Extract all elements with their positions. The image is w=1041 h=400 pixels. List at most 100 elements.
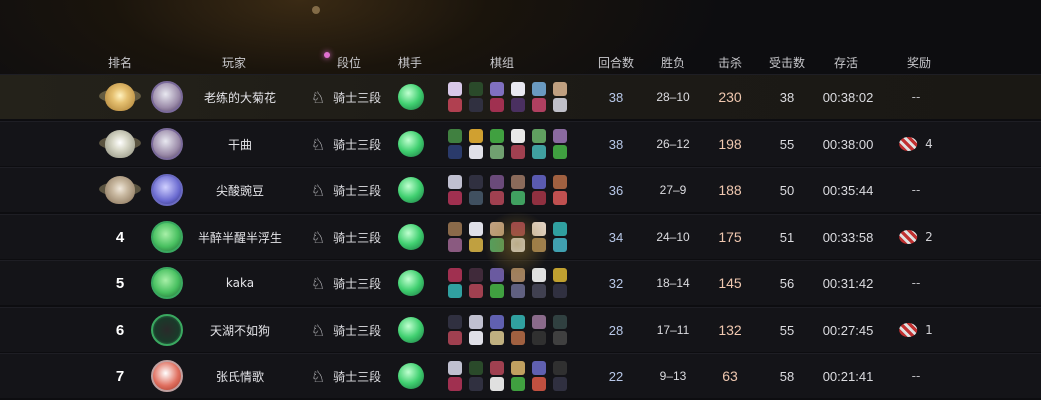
comp-unit-icon[interactable]	[511, 315, 525, 329]
comp-unit-icon[interactable]	[532, 145, 546, 159]
comp-unit-icon[interactable]	[469, 377, 483, 391]
comp-unit-icon[interactable]	[469, 175, 483, 189]
comp-unit-icon[interactable]	[448, 191, 462, 205]
little-legend-icon[interactable]	[398, 224, 424, 250]
comp-unit-icon[interactable]	[532, 98, 546, 112]
player-name-cell[interactable]: 干曲	[228, 122, 252, 166]
avatar[interactable]	[151, 267, 183, 299]
table-row[interactable]: 尖酸豌豆 ♘ 骑士三段 36 27–9 188 50 00:35:44 --	[0, 167, 1041, 212]
table-row[interactable]: 7 张氏情歌 ♘ 骑士三段 22 9–13 63 58 00:21:41 --	[0, 353, 1041, 398]
little-legend-icon[interactable]	[398, 270, 424, 296]
comp-unit-icon[interactable]	[511, 191, 525, 205]
legend-cell[interactable]	[398, 354, 424, 398]
player-name-cell[interactable]: kaka	[226, 261, 254, 305]
avatar[interactable]	[151, 221, 183, 253]
comp-unit-icon[interactable]	[469, 284, 483, 298]
avatar[interactable]	[151, 81, 183, 113]
comp-unit-icon[interactable]	[532, 331, 546, 345]
comp-unit-icon[interactable]	[532, 222, 546, 236]
comp-unit-icon[interactable]	[511, 222, 525, 236]
comp-unit-icon[interactable]	[490, 377, 504, 391]
player-name-cell[interactable]: 尖酸豌豆	[216, 168, 264, 212]
comp-unit-icon[interactable]	[448, 175, 462, 189]
comp-unit-icon[interactable]	[469, 145, 483, 159]
comp-unit-icon[interactable]	[532, 377, 546, 391]
comp-unit-icon[interactable]	[532, 191, 546, 205]
header-rounds[interactable]: 回合数	[598, 54, 634, 71]
avatar[interactable]	[151, 314, 183, 346]
legend-cell[interactable]	[398, 122, 424, 166]
avatar-cell[interactable]	[151, 215, 183, 259]
comp-unit-icon[interactable]	[511, 82, 525, 96]
player-name-cell[interactable]: 张氏情歌	[216, 354, 264, 398]
comp-unit-icon[interactable]	[448, 331, 462, 345]
comp-unit-icon[interactable]	[553, 191, 567, 205]
comp-unit-icon[interactable]	[553, 315, 567, 329]
comp-unit-icon[interactable]	[448, 268, 462, 282]
little-legend-icon[interactable]	[398, 84, 424, 110]
avatar-cell[interactable]	[151, 354, 183, 398]
comp-unit-icon[interactable]	[511, 98, 525, 112]
comp-unit-icon[interactable]	[532, 284, 546, 298]
comp-unit-icon[interactable]	[553, 98, 567, 112]
little-legend-icon[interactable]	[398, 177, 424, 203]
avatar[interactable]	[151, 360, 183, 392]
comp-unit-icon[interactable]	[490, 268, 504, 282]
comp-unit-icon[interactable]	[490, 315, 504, 329]
comp-unit-icon[interactable]	[490, 191, 504, 205]
comp-unit-icon[interactable]	[511, 377, 525, 391]
player-name[interactable]: 张氏情歌	[216, 368, 264, 385]
comp-unit-icon[interactable]	[511, 361, 525, 375]
little-legend-icon[interactable]	[398, 131, 424, 157]
comp-unit-icon[interactable]	[553, 238, 567, 252]
comp-unit-icon[interactable]	[511, 145, 525, 159]
comp-unit-icon[interactable]	[448, 145, 462, 159]
player-name[interactable]: 老练的大菊花	[204, 89, 276, 106]
comp-unit-icon[interactable]	[469, 315, 483, 329]
comp-unit-icon[interactable]	[448, 82, 462, 96]
comp-unit-icon[interactable]	[553, 82, 567, 96]
header-kills[interactable]: 击杀	[718, 54, 742, 71]
comp-unit-icon[interactable]	[469, 222, 483, 236]
header-legend[interactable]: 棋手	[398, 54, 422, 71]
comp-unit-icon[interactable]	[469, 268, 483, 282]
comp-unit-icon[interactable]	[511, 284, 525, 298]
header-player[interactable]: 玩家	[222, 54, 246, 71]
comp-unit-icon[interactable]	[511, 238, 525, 252]
comp-unit-icon[interactable]	[532, 238, 546, 252]
comp-unit-icon[interactable]	[448, 222, 462, 236]
table-row[interactable]: 5 kaka ♘ 骑士三段 32 18–14 145 56 00:31:42 -…	[0, 260, 1041, 305]
legend-cell[interactable]	[398, 215, 424, 259]
comp-unit-icon[interactable]	[490, 284, 504, 298]
comp-unit-icon[interactable]	[532, 315, 546, 329]
comp-unit-icon[interactable]	[448, 315, 462, 329]
comp-unit-icon[interactable]	[553, 129, 567, 143]
table-row[interactable]: 4 半醉半醒半浮生 ♘ 骑士三段 34 24–10 175 51 00:33:5…	[0, 214, 1041, 259]
comp-unit-icon[interactable]	[553, 361, 567, 375]
header-tier[interactable]: 段位	[337, 54, 361, 71]
comp-unit-icon[interactable]	[532, 361, 546, 375]
comp-unit-icon[interactable]	[469, 361, 483, 375]
player-name[interactable]: kaka	[226, 276, 254, 290]
player-name[interactable]: 天湖不如狗	[210, 322, 270, 339]
player-name[interactable]: 尖酸豌豆	[216, 182, 264, 199]
avatar-cell[interactable]	[151, 308, 183, 352]
comp-unit-icon[interactable]	[511, 268, 525, 282]
player-name-cell[interactable]: 老练的大菊花	[204, 75, 276, 119]
avatar-cell[interactable]	[151, 122, 183, 166]
comp-unit-icon[interactable]	[553, 175, 567, 189]
comp-unit-icon[interactable]	[490, 331, 504, 345]
comp-unit-icon[interactable]	[448, 284, 462, 298]
comp-unit-icon[interactable]	[469, 82, 483, 96]
comp-unit-icon[interactable]	[490, 222, 504, 236]
comp-unit-icon[interactable]	[532, 268, 546, 282]
legend-cell[interactable]	[398, 168, 424, 212]
avatar[interactable]	[151, 174, 183, 206]
comp-unit-icon[interactable]	[532, 129, 546, 143]
comp-unit-icon[interactable]	[511, 331, 525, 345]
legend-cell[interactable]	[398, 75, 424, 119]
avatar-cell[interactable]	[151, 168, 183, 212]
comp-unit-icon[interactable]	[553, 331, 567, 345]
comp-unit-icon[interactable]	[553, 222, 567, 236]
comp-unit-icon[interactable]	[490, 98, 504, 112]
